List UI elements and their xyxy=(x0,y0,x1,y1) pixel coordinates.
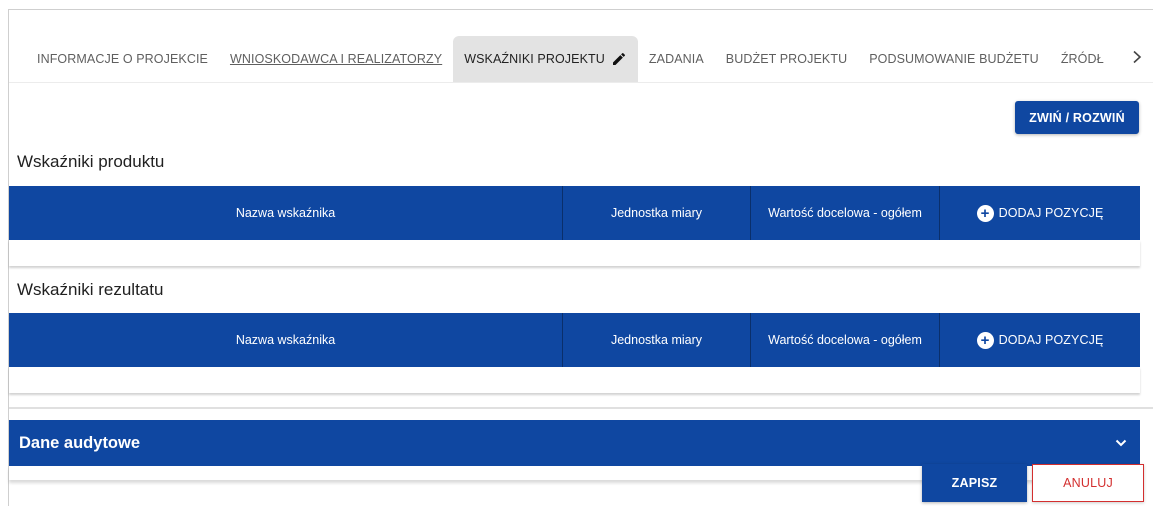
tab-label: ŹRÓDŁA xyxy=(1060,52,1104,66)
column-header-name: Nazwa wskaźnika xyxy=(9,186,563,240)
tab-budget[interactable]: BUDŻET PROJEKTU xyxy=(715,36,858,82)
tab-bar-divider xyxy=(9,82,1153,83)
add-result-indicator-button[interactable]: + DODAJ POZYCJĘ xyxy=(940,313,1140,367)
frame-top-border xyxy=(8,9,1153,10)
chevron-right-icon xyxy=(1131,50,1143,69)
plus-circle-icon: + xyxy=(976,204,994,222)
tab-label: PODSUMOWANIE BUDŻETU xyxy=(869,52,1039,66)
cancel-button[interactable]: ANULUJ xyxy=(1032,464,1144,502)
add-button-label: DODAJ POZYCJĘ xyxy=(998,206,1104,220)
product-indicators-title: Wskaźniki produktu xyxy=(17,152,165,171)
column-header-unit: Jednostka miary xyxy=(563,313,751,367)
column-header-unit: Jednostka miary xyxy=(563,186,751,240)
column-header-name: Nazwa wskaźnika xyxy=(9,313,563,367)
tab-project-indicators[interactable]: WSKAŹNIKI PROJEKTU xyxy=(453,36,638,82)
audit-data-title: Dane audytowe xyxy=(19,433,141,452)
tab-label: WSKAŹNIKI PROJEKTU xyxy=(464,52,605,66)
tab-budget-summary[interactable]: PODSUMOWANIE BUDŻETU xyxy=(858,36,1050,82)
column-header-target-value: Wartość docelowa - ogółem xyxy=(751,186,940,240)
save-button[interactable]: ZAPISZ xyxy=(922,464,1027,502)
plus-circle-icon: + xyxy=(976,331,994,349)
column-header-target-value: Wartość docelowa - ogółem xyxy=(751,313,940,367)
tab-tasks[interactable]: ZADANIA xyxy=(638,36,715,82)
result-indicators-table-header: Nazwa wskaźnika Jednostka miary Wartość … xyxy=(9,313,1140,367)
tab-applicant[interactable]: WNIOSKODAWCA I REALIZATORZY xyxy=(219,36,453,82)
chevron-down-icon xyxy=(1115,439,1127,447)
collapse-expand-button[interactable]: ZWIŃ / ROZWIŃ xyxy=(1015,101,1139,134)
tab-label: INFORMACJE O PROJEKCIE xyxy=(37,52,208,66)
tab-label: WNIOSKODAWCA I REALIZATORZY xyxy=(229,52,443,66)
product-indicators-table-header: Nazwa wskaźnika Jednostka miary Wartość … xyxy=(9,186,1140,240)
result-indicators-table-body xyxy=(9,367,1140,393)
tab-label: BUDŻET PROJEKTU xyxy=(725,52,848,66)
tab-label: ZADANIA xyxy=(648,52,704,66)
tab-sources[interactable]: ŹRÓDŁA xyxy=(1050,36,1104,82)
add-button-label: DODAJ POZYCJĘ xyxy=(998,333,1104,347)
result-indicators-title: Wskaźniki rezultatu xyxy=(17,280,164,299)
product-indicators-table-body xyxy=(9,240,1140,266)
tab-project-info[interactable]: INFORMACJE O PROJEKCIE xyxy=(9,36,219,82)
add-product-indicator-button[interactable]: + DODAJ POZYCJĘ xyxy=(940,186,1140,240)
pencil-icon xyxy=(611,51,627,67)
audit-data-accordion[interactable]: Dane audytowe xyxy=(9,420,1140,466)
tab-bar: INFORMACJE O PROJEKCIE WNIOSKODAWCA I RE… xyxy=(9,36,1153,82)
tabs-scroll-right-button[interactable] xyxy=(1126,36,1148,82)
section-divider xyxy=(9,407,1153,409)
